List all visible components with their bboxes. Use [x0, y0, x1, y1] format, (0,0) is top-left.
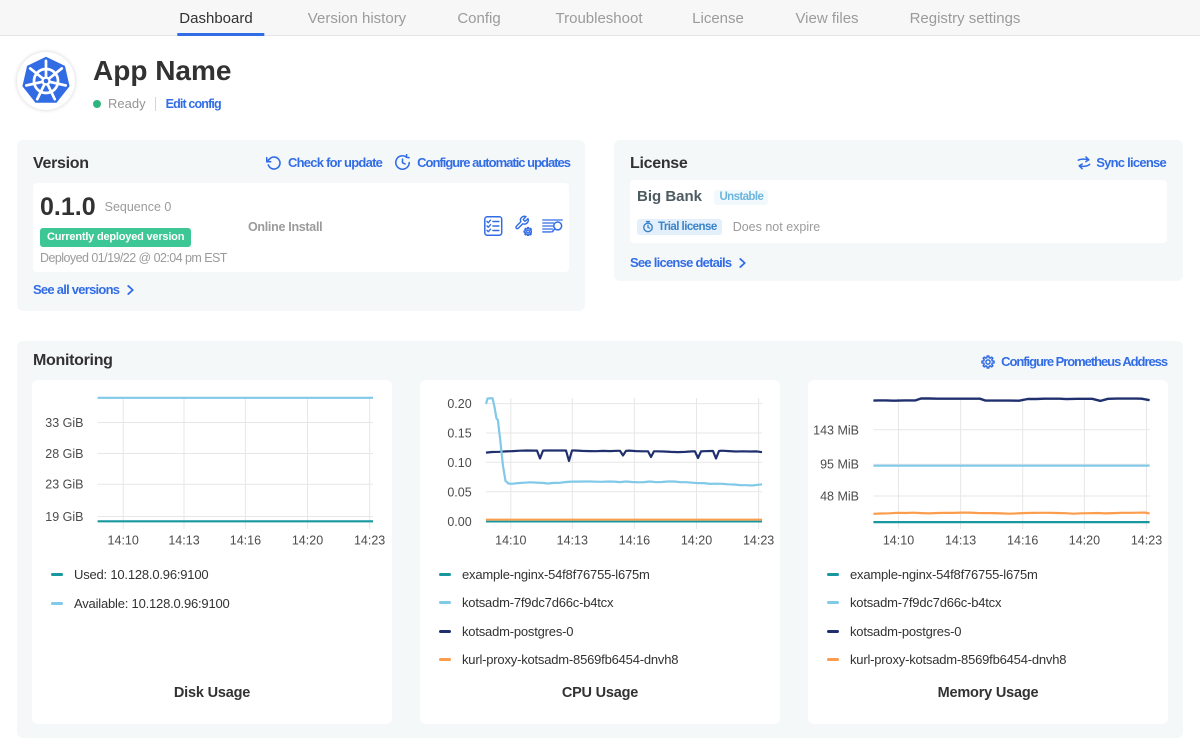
svg-text:14:10: 14:10: [883, 534, 914, 548]
svg-text:14:16: 14:16: [1007, 534, 1038, 548]
svg-text:0.20: 0.20: [447, 397, 471, 411]
svg-text:14:20: 14:20: [681, 534, 712, 548]
svg-text:0.10: 0.10: [447, 456, 471, 470]
svg-text:14:16: 14:16: [230, 534, 261, 548]
svg-text:14:20: 14:20: [1069, 534, 1100, 548]
svg-text:14:20: 14:20: [292, 534, 323, 548]
svg-text:33 GiB: 33 GiB: [45, 416, 83, 430]
svg-text:14:23: 14:23: [1131, 534, 1162, 548]
svg-text:143 MiB: 143 MiB: [813, 423, 859, 437]
svg-text:14:13: 14:13: [557, 534, 588, 548]
svg-text:14:10: 14:10: [495, 534, 526, 548]
svg-text:0.05: 0.05: [447, 485, 471, 499]
svg-text:95 MiB: 95 MiB: [820, 458, 859, 472]
svg-text:23 GiB: 23 GiB: [45, 478, 83, 492]
svg-text:14:16: 14:16: [619, 534, 650, 548]
svg-text:0.15: 0.15: [447, 427, 471, 441]
svg-text:14:10: 14:10: [108, 534, 139, 548]
svg-text:14:13: 14:13: [945, 534, 976, 548]
svg-text:14:23: 14:23: [354, 534, 385, 548]
svg-text:28 GiB: 28 GiB: [45, 447, 83, 461]
svg-text:48 MiB: 48 MiB: [820, 490, 859, 504]
svg-text:0.00: 0.00: [447, 515, 471, 529]
svg-text:14:13: 14:13: [168, 534, 199, 548]
svg-text:19 GiB: 19 GiB: [45, 510, 83, 524]
svg-text:14:23: 14:23: [743, 534, 774, 548]
